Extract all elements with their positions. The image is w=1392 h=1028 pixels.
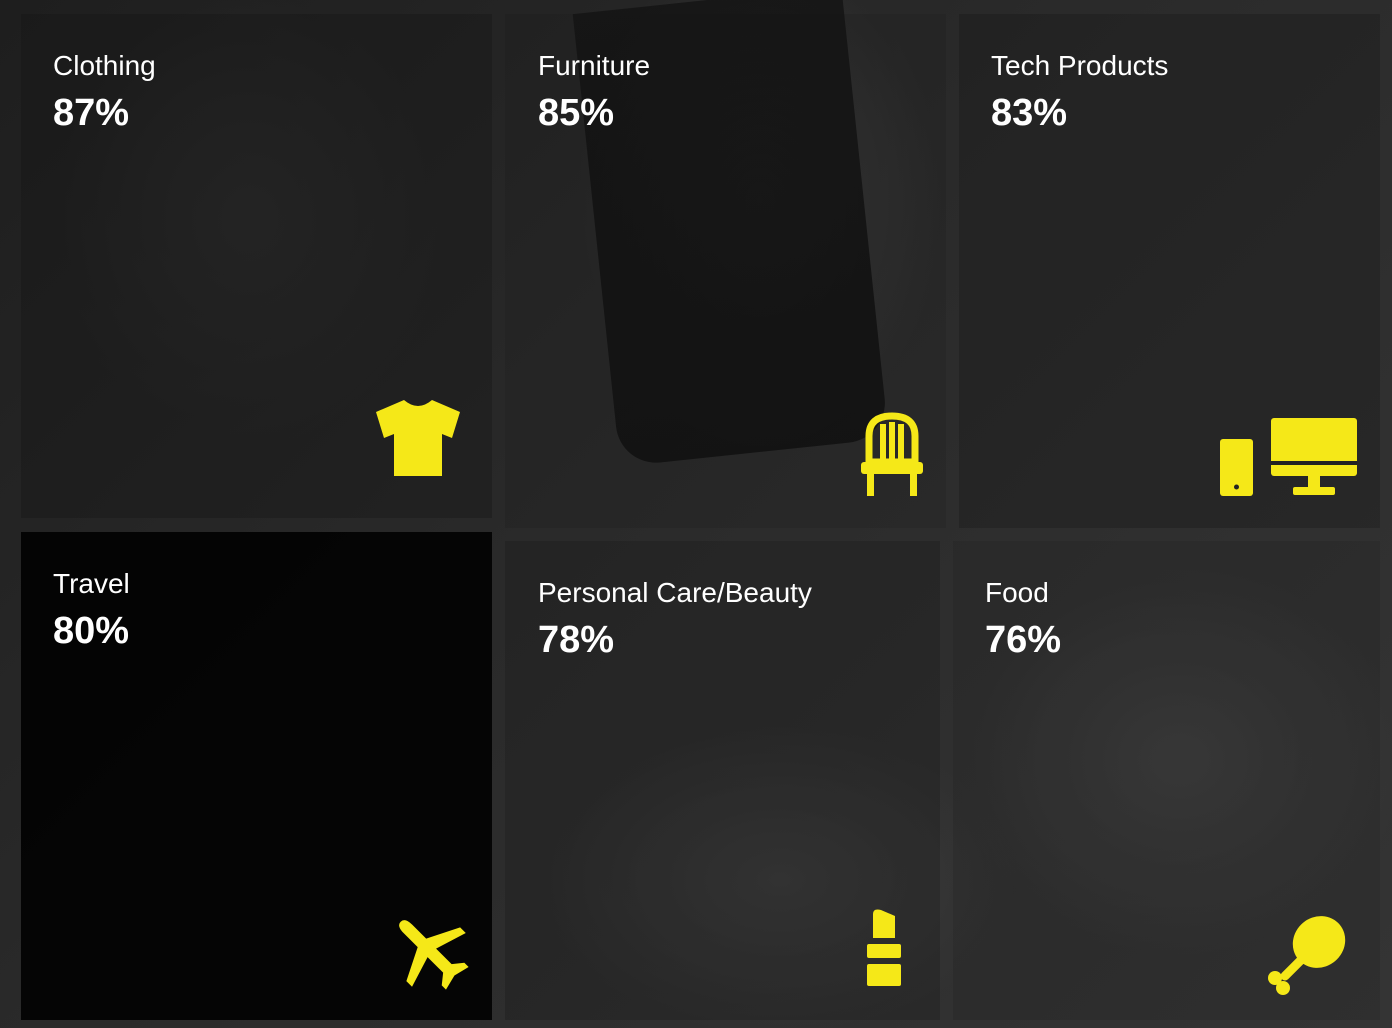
tile-value: 87% — [53, 92, 130, 134]
devices-icon — [1219, 417, 1359, 497]
tile-name: Travel — [53, 568, 130, 599]
tile-tech-products: Tech Products 83% — [959, 14, 1380, 528]
tile-name: Furniture — [538, 50, 651, 81]
tile-travel: Travel 80% — [21, 532, 492, 1020]
tile-value: 85% — [538, 92, 615, 134]
tile-name: Food — [985, 577, 1049, 608]
tile-clothing: Clothing 87% — [21, 14, 492, 518]
tile-value: 83% — [991, 92, 1068, 134]
tile-value: 78% — [538, 619, 615, 661]
chair-icon — [859, 412, 925, 498]
tile-value: 76% — [985, 619, 1062, 661]
lipstick-icon — [865, 908, 903, 988]
tile-food: Food 76% — [953, 541, 1380, 1020]
tshirt-icon — [374, 398, 462, 478]
tile-value: 80% — [53, 610, 130, 652]
chicken-leg-icon — [1265, 912, 1349, 996]
airplane-icon — [387, 908, 471, 992]
tile-furniture: Furniture 85% — [505, 14, 946, 528]
tile-name: Tech Products — [991, 50, 1169, 81]
tile-name: Clothing — [53, 50, 156, 81]
tile-personal-care-beauty: Personal Care/Beauty 78% — [505, 541, 940, 1020]
tile-name: Personal Care/Beauty — [538, 577, 812, 608]
